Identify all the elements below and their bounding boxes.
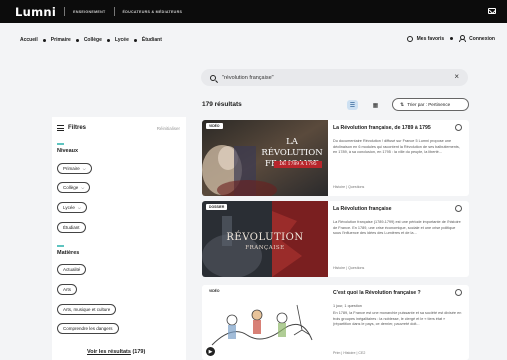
divider — [64, 7, 66, 16]
nav-link-educateurs[interactable]: ÉDUCATEURS & MÉDIATEURS — [123, 10, 183, 14]
chevron-down-icon: ⌵ — [77, 205, 81, 210]
top-bar: Lumni ENSEIGNEMENT ÉDUCATEURS & MÉDIATEU… — [0, 0, 507, 23]
content-type-badge: VIDÉO — [206, 123, 223, 129]
filters-title: Filtres — [68, 125, 87, 131]
level-link-college[interactable]: Collège — [84, 37, 102, 43]
chip-label: Arts, musique et culture — [63, 307, 111, 312]
filter-chip-primaire[interactable]: Primaire ⌵ — [57, 163, 92, 174]
favorite-heart-icon[interactable] — [455, 205, 462, 212]
clear-search-icon[interactable]: × — [454, 73, 459, 81]
card-description: Du documentaire Révolution ! diffusé sur… — [333, 139, 460, 155]
result-card[interactable]: VIDÉO LA RÉVOLUTION FRANÇAISE DE 1789 À … — [202, 120, 469, 196]
result-card[interactable]: DOSSIER RÉVOLUTION FRANÇAISE La Révoluti… — [202, 201, 469, 277]
separator-dot — [42, 38, 46, 42]
chevron-down-icon: ⌵ — [82, 166, 86, 171]
card-meta: Prim | Histoire | CE2 — [333, 351, 366, 355]
content-type-badge: DOSSIER — [206, 204, 228, 210]
result-thumbnail[interactable]: VIDÉO LA RÉVOLUTION FRANÇAISE DE 1789 À … — [202, 120, 328, 196]
card-meta: Histoire | Questions — [333, 266, 365, 270]
heart-icon — [406, 35, 413, 42]
filters-header: Filtres — [57, 125, 86, 131]
thumbnail-subtitle: FRANÇAISE — [245, 245, 285, 251]
level-link-primaire[interactable]: Primaire — [51, 37, 71, 43]
card-description: En 1789, la France est une monarchie pui… — [333, 311, 462, 327]
separator-dot — [133, 38, 137, 42]
sort-label: Trier par : Pertinence — [407, 102, 451, 107]
filter-chip-college[interactable]: Collège ⌵ — [57, 182, 91, 193]
result-thumbnail[interactable]: DOSSIER RÉVOLUTION FRANÇAISE — [202, 201, 328, 277]
see-results-label: Voir les résultats — [87, 349, 131, 355]
filter-chip-etudiant[interactable]: Étudiant — [57, 222, 86, 233]
filter-chip-arts[interactable]: Arts — [57, 284, 78, 295]
card-meta: Histoire | Questions — [333, 185, 365, 189]
sort-button[interactable]: ⇅ Trier par : Pertinence — [392, 98, 469, 111]
divider — [113, 7, 115, 16]
login-link[interactable]: Connexion — [469, 36, 495, 42]
filter-chip-lycee[interactable]: Lycée ⌵ — [57, 202, 87, 213]
chip-label: Actualité — [63, 267, 81, 272]
group-accent — [57, 245, 64, 247]
filter-icon — [57, 125, 64, 131]
search-input[interactable] — [222, 74, 442, 81]
grid-view-icon: ▦ — [372, 102, 379, 109]
search-icon — [210, 74, 216, 81]
user-icon — [459, 35, 467, 42]
list-view-icon: ☰ — [349, 102, 356, 109]
level-link-lycee[interactable]: Lycée — [115, 37, 129, 43]
filter-chip-arts-musique-culture[interactable]: Arts, musique et culture — [57, 304, 117, 315]
chip-label: Lycée — [63, 205, 75, 210]
favorites-link[interactable]: Mes favoris — [417, 36, 445, 42]
card-subtitle: 1 jour, 1 question — [333, 304, 362, 308]
separator-dot — [450, 37, 454, 40]
results-count: 179 résultats — [202, 101, 242, 108]
see-results-count: (179) — [132, 349, 146, 355]
level-link-etudiant[interactable]: Étudiant — [142, 37, 162, 43]
nav-link-enseignement[interactable]: ENSEIGNEMENT — [73, 10, 105, 14]
favorite-heart-icon[interactable] — [455, 124, 462, 131]
separator-dot — [106, 38, 110, 42]
group-accent — [57, 143, 64, 145]
chip-label: Comprendre les dangers — [63, 326, 113, 331]
filter-chip-actualite[interactable]: Actualité — [57, 264, 87, 275]
result-thumbnail[interactable]: VIDÉO ▶ — [202, 285, 328, 360]
play-icon[interactable]: ▶ — [206, 347, 215, 356]
result-card[interactable]: VIDÉO ▶ C'est quoi la Révolution françai… — [202, 285, 469, 360]
card-description: La Révolution française (1789-1799) est … — [333, 220, 461, 236]
matieres-title: Matières — [57, 250, 80, 256]
level-link-accueil[interactable]: Accueil — [20, 37, 38, 43]
chip-label: Étudiant — [63, 225, 80, 230]
sort-icon: ⇅ — [400, 101, 405, 108]
see-results-button[interactable]: Voir les résultats (179) — [87, 349, 145, 355]
chevron-down-icon: ⌵ — [81, 185, 85, 190]
card-title[interactable]: C'est quoi la Révolution française ? — [333, 290, 451, 297]
favorite-heart-icon[interactable] — [455, 289, 462, 296]
lumni-logo[interactable]: Lumni — [15, 5, 56, 19]
filter-chip-comprendre-dangers[interactable]: Comprendre les dangers — [57, 323, 119, 334]
chip-label: Primaire — [63, 166, 80, 171]
mail-icon[interactable] — [488, 8, 496, 14]
chip-label: Arts — [63, 287, 72, 292]
search-bar[interactable]: × — [201, 69, 468, 86]
chip-label: Collège — [63, 185, 79, 190]
niveaux-title: Niveaux — [57, 148, 79, 154]
content-type-badge: VIDÉO — [206, 288, 223, 294]
thumbnail-subtitle: DE 1789 À 1795 — [274, 161, 322, 168]
list-view-toggle[interactable]: ☰ — [347, 100, 358, 110]
thumbnail-title: RÉVOLUTION — [226, 232, 304, 243]
separator-dot — [75, 38, 79, 42]
cartoon-illustration-image — [202, 285, 328, 360]
filters-panel: Filtres Réinitialiser Niveaux Primaire ⌵ … — [52, 117, 186, 360]
reset-filters-link[interactable]: Réinitialiser — [157, 126, 180, 131]
header-actions: Mes favoris Connexion — [406, 35, 495, 42]
card-title[interactable]: La Révolution française, de 1789 à 1795 — [333, 125, 451, 132]
grid-view-toggle[interactable]: ▦ — [370, 100, 381, 110]
card-title[interactable]: La Révolution française — [333, 206, 451, 213]
